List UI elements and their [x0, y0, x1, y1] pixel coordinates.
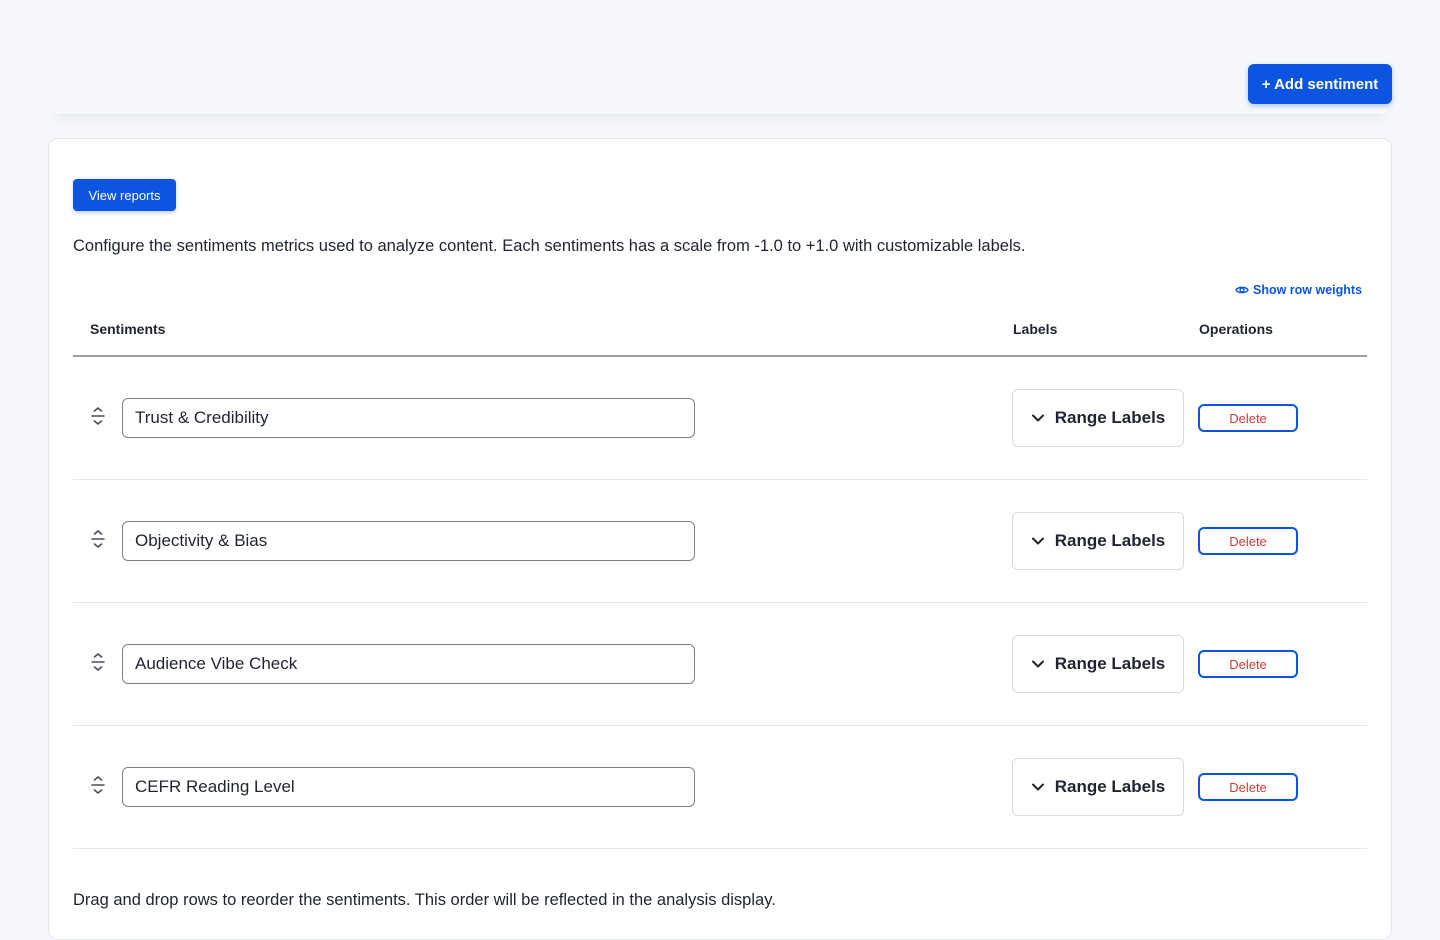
sentiment-name-input[interactable] — [122, 521, 695, 561]
range-labels-button[interactable]: Range Labels — [1012, 758, 1184, 816]
table-row: Range Labels Delete — [73, 480, 1367, 603]
range-labels-label: Range Labels — [1054, 531, 1166, 550]
range-labels-label: Range Labels — [1054, 777, 1166, 796]
eye-icon — [1235, 283, 1249, 297]
sentiment-name-input[interactable] — [122, 398, 695, 438]
drag-handle-icon[interactable] — [90, 653, 106, 671]
drag-handle-icon[interactable] — [90, 776, 106, 794]
column-header-sentiments: Sentiments — [90, 321, 166, 337]
chevron-down-icon — [1031, 782, 1045, 792]
show-row-weights-link[interactable]: Show row weights — [1235, 283, 1362, 297]
chevron-down-icon — [1031, 659, 1045, 669]
delete-button[interactable]: Delete — [1198, 404, 1298, 432]
chevron-down-icon — [1031, 536, 1045, 546]
table-row: Range Labels Delete — [73, 603, 1367, 726]
range-labels-button[interactable]: Range Labels — [1012, 389, 1184, 447]
chevron-down-icon — [1031, 413, 1045, 423]
drag-handle-icon[interactable] — [90, 530, 106, 548]
show-row-weights-label: Show row weights — [1253, 283, 1363, 297]
table-row: Range Labels Delete — [73, 726, 1367, 849]
delete-button[interactable]: Delete — [1198, 773, 1298, 801]
sentiments-card: View reports Configure the sentiments me… — [48, 138, 1392, 940]
range-labels-button[interactable]: Range Labels — [1012, 635, 1184, 693]
sentiment-name-input[interactable] — [122, 767, 695, 807]
page-header — [48, 0, 1392, 114]
delete-button[interactable]: Delete — [1198, 527, 1298, 555]
view-reports-button[interactable]: View reports — [73, 179, 176, 211]
description-text: Configure the sentiments metrics used to… — [73, 237, 1026, 255]
reorder-hint-text: Drag and drop rows to reorder the sentim… — [73, 891, 776, 909]
range-labels-label: Range Labels — [1054, 654, 1166, 673]
sentiment-name-input[interactable] — [122, 644, 695, 684]
add-sentiment-button[interactable]: + Add sentiment — [1248, 64, 1392, 104]
column-header-operations: Operations — [1199, 321, 1273, 337]
range-labels-label: Range Labels — [1054, 408, 1166, 427]
delete-button[interactable]: Delete — [1198, 650, 1298, 678]
drag-handle-icon[interactable] — [90, 407, 106, 425]
table-row: Range Labels Delete — [73, 357, 1367, 480]
column-header-labels: Labels — [1013, 321, 1058, 337]
range-labels-button[interactable]: Range Labels — [1012, 512, 1184, 570]
